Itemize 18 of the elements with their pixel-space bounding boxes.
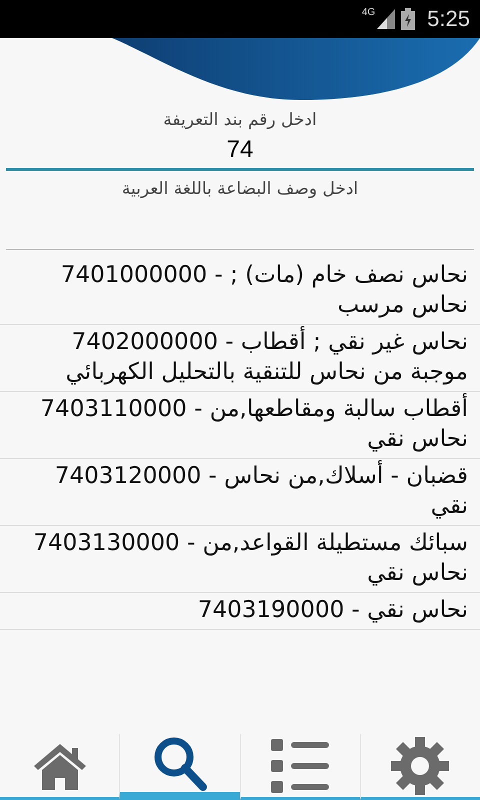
field-label: ادخل رقم بند التعريفة (163, 110, 317, 130)
battery-icon (401, 8, 416, 30)
nav-tab[interactable] (360, 734, 480, 800)
settings-icon (391, 736, 450, 794)
result-item[interactable]: 7403130000 - سبائك مستطيلة القواعد,من نحاس نقي (18, 528, 468, 588)
clock: 5:25 (427, 6, 470, 32)
list-icon (271, 738, 330, 792)
result-item[interactable]: 7403110000 - أقطاب سالبة ومقاطعها,من نحاس نقي (18, 394, 468, 454)
nav-tab[interactable] (240, 734, 360, 800)
result-item[interactable]: 7403190000 - نحاس نقي (18, 595, 468, 625)
nav-tab[interactable] (119, 734, 240, 800)
tariff-code-field[interactable]: 74 (6, 134, 474, 171)
result-item[interactable]: 7403120000 - قضبان - أسلاك,من نحاس نقي (18, 461, 468, 521)
description-field[interactable]: ادخل وصف البضاعة باللغة العربية (6, 175, 474, 250)
network-label: 4G (362, 7, 376, 18)
result-item[interactable]: 7402000000 - نحاس غير نقي ; أقطاب موجبة من نحاس للتنقية بالتحليل الكهربائي (18, 327, 468, 387)
signal-icon (377, 9, 396, 29)
result-item[interactable]: 7401000000 - نحاس نصف خام (مات) ; نحاس مرسب (18, 260, 468, 320)
